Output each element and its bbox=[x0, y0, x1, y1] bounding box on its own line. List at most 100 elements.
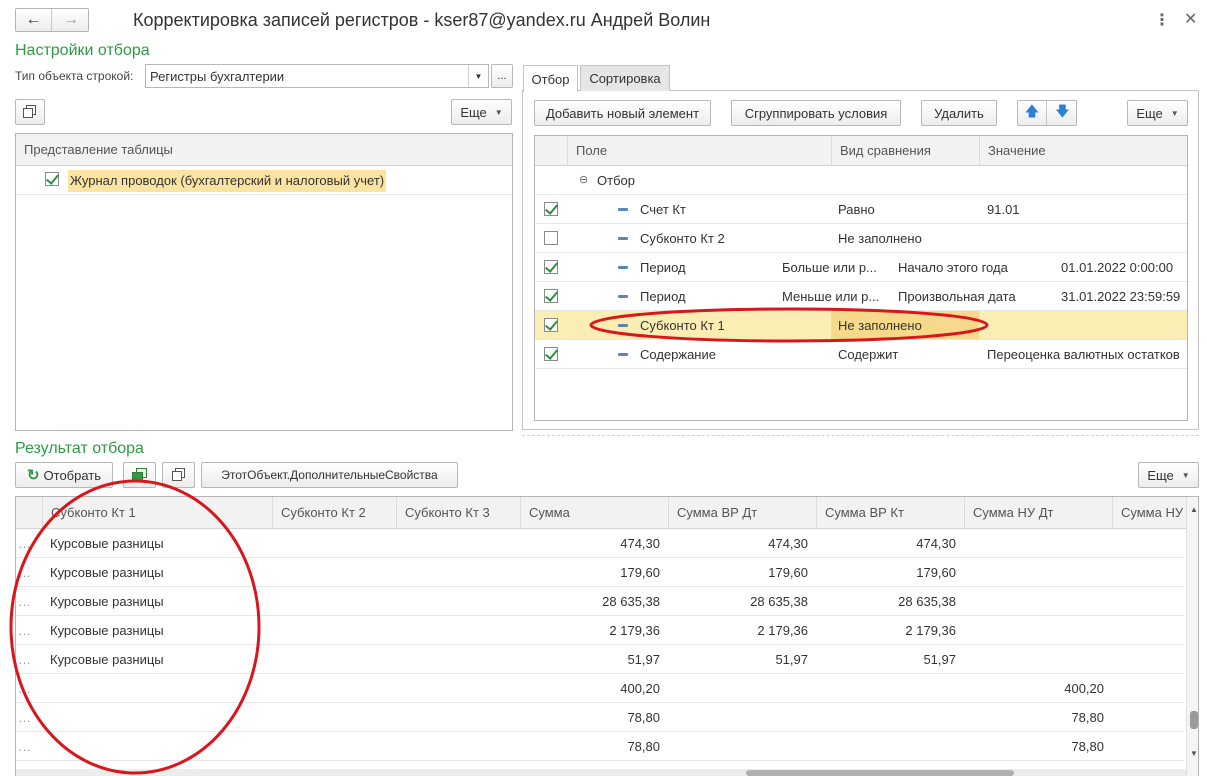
column-subconto-kt-1[interactable]: Субконто Кт 1 bbox=[42, 497, 272, 528]
table-cell bbox=[396, 587, 520, 615]
filter-row-checkbox[interactable] bbox=[544, 289, 558, 303]
records-icon bbox=[131, 468, 148, 482]
more-vert-icon[interactable]: ⋮ bbox=[1154, 10, 1170, 30]
horizontal-scroll-thumb[interactable] bbox=[746, 770, 1014, 776]
back-arrow-icon[interactable]: ← bbox=[16, 9, 52, 31]
row-marker: … bbox=[18, 564, 31, 580]
table-row[interactable]: … Курсовые разницы 2 179,36 2 179,36 2 179,3… bbox=[16, 616, 1184, 645]
table-cell bbox=[668, 703, 816, 731]
delete-button[interactable]: Удалить bbox=[921, 100, 997, 126]
tab-filter[interactable]: Отбор bbox=[523, 65, 578, 92]
filter-row-field: Субконто Кт 1 bbox=[640, 317, 725, 333]
table-cell: 474,30 bbox=[916, 535, 956, 551]
dropdown-arrow-icon[interactable]: ▼ bbox=[468, 65, 488, 87]
table-cell bbox=[50, 732, 272, 760]
filter-row[interactable]: Счет Кт Равно 91.01 bbox=[535, 195, 1187, 224]
table-row[interactable]: … Курсовые разницы 28 635,38 28 635,38 28 63… bbox=[16, 587, 1184, 616]
table-cell: 78,80 bbox=[1071, 709, 1104, 725]
table-cell: 51,97 bbox=[775, 651, 808, 667]
copy-records-button[interactable] bbox=[162, 462, 195, 488]
row-marker: … bbox=[18, 593, 31, 609]
table-cell bbox=[272, 587, 396, 615]
table-row[interactable]: … Курсовые разницы 51,97 51,97 51,97 bbox=[16, 645, 1184, 674]
table-cell bbox=[964, 587, 1112, 615]
table-cell bbox=[272, 703, 396, 731]
column-value[interactable]: Значение bbox=[979, 136, 1187, 165]
vertical-scroll-thumb[interactable] bbox=[1190, 711, 1198, 729]
filter-row-value: 91.01 bbox=[987, 201, 1020, 217]
table-row[interactable]: … 78,80 78,80 bbox=[16, 703, 1184, 732]
row-marker: … bbox=[18, 709, 31, 725]
filter-row-checkbox[interactable] bbox=[544, 318, 558, 332]
column-sum-nu-dt[interactable]: Сумма НУ Дт bbox=[964, 497, 1112, 528]
tab-sorting[interactable]: Сортировка bbox=[580, 65, 670, 91]
filter-row-comparison: Равно bbox=[838, 201, 875, 217]
table-cell bbox=[50, 703, 272, 731]
table-cell bbox=[272, 558, 396, 586]
add-element-button[interactable]: Добавить новый элемент bbox=[534, 100, 711, 126]
scroll-up-icon[interactable]: ▲ bbox=[1190, 505, 1198, 514]
filter-row-value: Начало этого года bbox=[898, 259, 1008, 275]
settings-more-button[interactable]: Еще ▼ bbox=[451, 99, 512, 125]
horizontal-scrollbar[interactable] bbox=[16, 769, 1186, 776]
column-sum-vr-dt[interactable]: Сумма ВР Дт bbox=[668, 497, 816, 528]
filter-row[interactable]: Период Больше или р... Начало этого года… bbox=[535, 253, 1187, 282]
filter-row[interactable]: Субконто Кт 2 Не заполнено bbox=[535, 224, 1187, 253]
select-label: Отобрать bbox=[43, 467, 102, 483]
table-cell: 400,20 bbox=[1064, 680, 1104, 696]
forward-arrow-icon[interactable]: → bbox=[53, 9, 89, 31]
column-sum-vr-kt[interactable]: Сумма ВР Кт bbox=[816, 497, 964, 528]
condition-icon bbox=[618, 324, 628, 327]
close-icon[interactable]: ✕ bbox=[1184, 9, 1197, 29]
table-row[interactable]: … Курсовые разницы 179,60 179,60 179,60 bbox=[16, 558, 1184, 587]
table-row[interactable]: … 400,20 400,20 bbox=[16, 674, 1184, 703]
result-grid: Субконто Кт 1 Субконто Кт 2 Субконто Кт … bbox=[15, 496, 1199, 776]
move-buttons: 🡅 🡇 bbox=[1017, 100, 1077, 126]
filter-row-comparison: Не заполнено bbox=[838, 230, 922, 246]
column-sum-nu[interactable]: Сумма НУ bbox=[1112, 497, 1186, 528]
filter-row-selected[interactable]: Субконто Кт 1 Не заполнено bbox=[535, 311, 1187, 340]
edit-records-button[interactable] bbox=[123, 462, 156, 488]
column-comparison[interactable]: Вид сравнения bbox=[831, 136, 979, 165]
filter-row-value-date: 01.01.2022 0:00:00 bbox=[1061, 259, 1174, 275]
move-down-icon[interactable]: 🡇 bbox=[1048, 101, 1077, 125]
collapse-icon[interactable]: ⊖ bbox=[579, 173, 588, 186]
filter-row[interactable]: Содержание Содержит Переоценка валютных … bbox=[535, 340, 1187, 369]
condition-icon bbox=[618, 353, 628, 356]
scroll-down-icon[interactable]: ▼ bbox=[1190, 749, 1198, 758]
filter-row-checkbox[interactable] bbox=[544, 347, 558, 361]
result-more-button[interactable]: Еще ▼ bbox=[1138, 462, 1199, 488]
column-field[interactable]: Поле bbox=[567, 136, 831, 165]
table-row[interactable]: Журнал проводок (бухгалтерский и налогов… bbox=[16, 166, 512, 195]
object-type-value: Регистры бухгалтерии bbox=[150, 69, 285, 84]
table-row[interactable]: … 78,80 78,80 bbox=[16, 732, 1184, 761]
object-type-field[interactable]: Регистры бухгалтерии ▼ bbox=[145, 64, 489, 88]
additional-properties-button[interactable]: ЭтотОбъект.ДополнительныеСвойства bbox=[201, 462, 458, 488]
refresh-icon: ↻ bbox=[26, 467, 40, 484]
column-subconto-kt-2[interactable]: Субконто Кт 2 bbox=[272, 497, 396, 528]
group-conditions-button[interactable]: Сгруппировать условия bbox=[731, 100, 901, 126]
filter-settings-title: Настройки отбора bbox=[15, 42, 150, 59]
table-cell bbox=[272, 645, 396, 673]
table-checkbox[interactable] bbox=[45, 172, 59, 186]
table-cell: Курсовые разницы bbox=[50, 535, 164, 551]
filter-row[interactable]: Период Меньше или р... Произвольная дата… bbox=[535, 282, 1187, 311]
column-subconto-kt-3[interactable]: Субконто Кт 3 bbox=[396, 497, 520, 528]
move-up-icon[interactable]: 🡅 bbox=[1018, 101, 1047, 125]
filter-row-field: Содержание bbox=[640, 346, 716, 362]
copy-settings-button[interactable] bbox=[15, 99, 45, 125]
column-sum[interactable]: Сумма bbox=[520, 497, 668, 528]
table-row[interactable]: … Курсовые разницы 474,30 474,30 474,30 bbox=[16, 529, 1184, 558]
table-cell bbox=[396, 674, 520, 702]
filter-group-row[interactable]: ⊖ Отбор bbox=[535, 166, 1187, 195]
table-cell: 400,20 bbox=[620, 680, 660, 696]
filter-row-checkbox[interactable] bbox=[544, 202, 558, 216]
object-type-open-button[interactable]: ... bbox=[491, 64, 513, 88]
filter-row-checkbox[interactable] bbox=[544, 260, 558, 274]
filter-more-button[interactable]: Еще ▼ bbox=[1127, 100, 1188, 126]
vertical-scrollbar[interactable]: ▲ ▼ bbox=[1186, 497, 1198, 776]
filter-row-checkbox[interactable] bbox=[544, 231, 558, 245]
tab-sorting-label: Сортировка bbox=[589, 71, 661, 86]
caret-down-icon: ▼ bbox=[1181, 470, 1190, 480]
select-button[interactable]: ↻ Отобрать bbox=[15, 462, 113, 488]
